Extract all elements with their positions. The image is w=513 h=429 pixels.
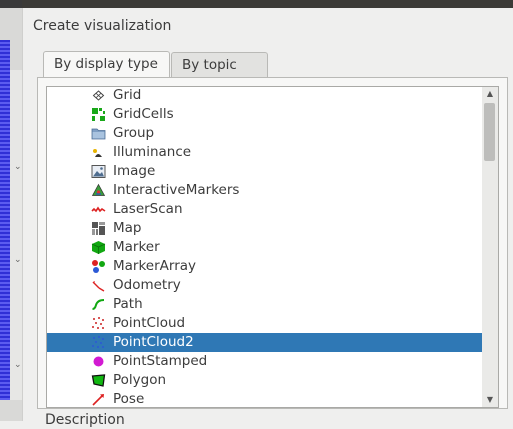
list-item-label: Odometry	[113, 277, 181, 293]
grid-cells-icon	[92, 108, 105, 121]
display-type-list[interactable]: Grid GridCells Group Illuminance Image I…	[46, 86, 484, 408]
create-visualization-dialog: Create visualization By display type By …	[22, 8, 513, 428]
chevron-down-icon: ⌄	[14, 360, 22, 370]
background-3d-view	[0, 40, 10, 400]
scroll-down-arrow-icon[interactable]: ▼	[482, 393, 498, 407]
list-item-pointstamped[interactable]: PointStamped	[47, 352, 483, 371]
list-item-label: PointStamped	[113, 353, 208, 369]
point-stamped-icon	[93, 356, 104, 367]
list-item-label: Pose	[113, 391, 145, 407]
list-item-gridcells[interactable]: GridCells	[47, 105, 483, 124]
list-item-label: Path	[113, 296, 143, 312]
list-item-label: InteractiveMarkers	[113, 182, 240, 198]
chevron-down-icon: ⌄	[14, 162, 22, 172]
laser-scan-icon	[91, 206, 106, 213]
list-item-map[interactable]: Map	[47, 219, 483, 238]
list-item-label: PointCloud2	[113, 334, 194, 350]
chevron-down-icon: ⌄	[14, 255, 22, 265]
background-titlebar	[0, 0, 22, 8]
list-item-label: Polygon	[113, 372, 167, 388]
path-icon	[92, 299, 105, 310]
list-item-illuminance[interactable]: Illuminance	[47, 143, 483, 162]
image-icon	[91, 165, 106, 178]
list-item-laserscan[interactable]: LaserScan	[47, 200, 483, 219]
illuminance-icon	[93, 149, 102, 157]
list-item-pointcloud[interactable]: PointCloud	[47, 314, 483, 333]
point-cloud2-icon	[92, 336, 104, 348]
background-window: ⌄ ⌄ ⌄	[0, 0, 22, 421]
map-icon	[92, 222, 105, 235]
scrollbar-thumb[interactable]	[484, 103, 495, 161]
list-item-interactivemarkers[interactable]: InteractiveMarkers	[47, 181, 483, 200]
dialog-title: Create visualization	[33, 18, 172, 34]
list-item-label: Marker	[113, 239, 160, 255]
marker-array-icon	[92, 260, 105, 273]
tab-by-display-type[interactable]: By display type	[43, 51, 170, 78]
background-panel	[10, 70, 22, 400]
list-item-label: Group	[113, 125, 155, 141]
polygon-icon	[91, 374, 106, 387]
list-scrollbar[interactable]: ▲ ▼	[482, 86, 499, 408]
list-item-label: Image	[113, 163, 156, 179]
list-item-label: LaserScan	[113, 201, 183, 217]
interactive-markers-icon	[91, 183, 106, 196]
list-item-grid[interactable]: Grid	[47, 87, 483, 105]
dialog-titlebar	[22, 0, 513, 8]
list-item-label: MarkerArray	[113, 258, 197, 274]
pose-icon	[92, 394, 104, 406]
list-item-label: Illuminance	[113, 144, 192, 160]
list-item-label: Map	[113, 220, 142, 236]
tab-by-topic[interactable]: By topic	[171, 52, 268, 77]
list-item-label: PointCloud	[113, 315, 186, 331]
list-item-markerarray[interactable]: MarkerArray	[47, 257, 483, 276]
folder-icon	[91, 128, 106, 140]
list-item-group[interactable]: Group	[47, 124, 483, 143]
grid-icon	[92, 90, 105, 101]
odometry-icon	[92, 281, 105, 292]
list-item-pose[interactable]: Pose	[47, 390, 483, 407]
marker-cube-icon	[91, 241, 106, 254]
list-item-image[interactable]: Image	[47, 162, 483, 181]
list-item-label: Grid	[113, 87, 142, 103]
list-item-label: GridCells	[113, 106, 174, 122]
list-item-odometry[interactable]: Odometry	[47, 276, 483, 295]
point-cloud-icon	[92, 317, 104, 329]
display-type-panel: Grid GridCells Group Illuminance Image I…	[37, 77, 508, 409]
list-item-pointcloud2[interactable]: PointCloud2	[47, 333, 483, 352]
scroll-up-arrow-icon[interactable]: ▲	[482, 87, 498, 101]
list-item-path[interactable]: Path	[47, 295, 483, 314]
list-item-marker[interactable]: Marker	[47, 238, 483, 257]
list-item-polygon[interactable]: Polygon	[47, 371, 483, 390]
